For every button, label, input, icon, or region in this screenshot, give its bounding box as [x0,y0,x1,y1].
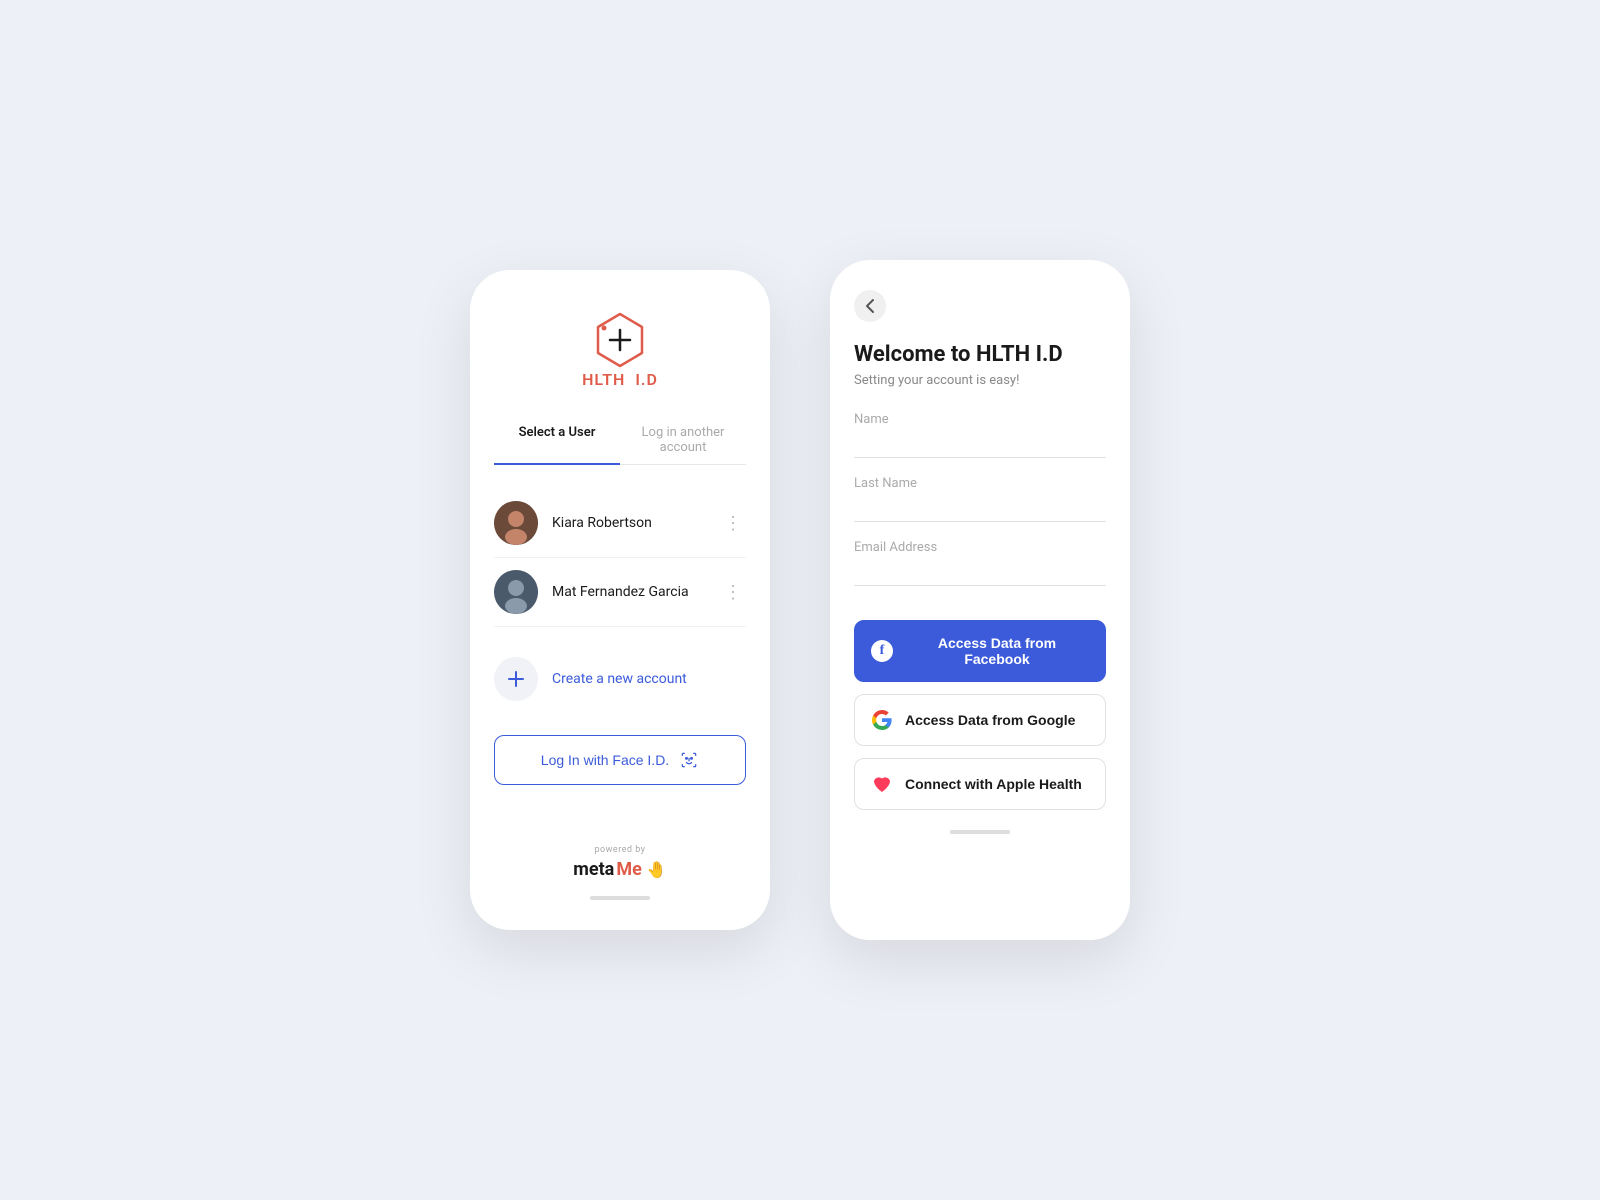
faceid-button[interactable]: Log In with Face I.D. [494,735,746,785]
welcome-subtitle: Setting your account is easy! [854,373,1106,388]
tab-bar: Select a User Log in another account [494,417,746,465]
google-icon [871,709,893,731]
metame-meta-text: meta [573,859,614,880]
logo-hlth: HLTH [582,370,625,389]
user-name-kiara: Kiara Robertson [552,515,720,531]
logo-container: HLTH I.D [582,310,658,389]
user-list: Kiara Robertson ⋮ Mat Fernandez Garcia ⋮ [494,489,746,627]
hex-logo-icon [590,310,650,370]
user-item-mat[interactable]: Mat Fernandez Garcia ⋮ [494,558,746,627]
name-label: Name [854,412,1106,427]
metame-me-text: Me [616,859,641,880]
user-menu-dots-kiara[interactable]: ⋮ [720,513,746,534]
email-field: Email Address [854,540,1106,586]
metame-branding: powered by metaMe 🤚 [573,845,666,880]
plus-icon [506,669,526,689]
facebook-icon: f [871,640,893,662]
faceid-icon [679,750,699,770]
back-chevron-icon [865,298,875,314]
social-buttons-container: f Access Data from Facebook Access Data … [854,620,1106,810]
back-button[interactable] [854,290,886,322]
facebook-label: Access Data from Facebook [905,635,1089,667]
welcome-title: Welcome to HLTH I.D [854,342,1106,367]
name-field: Name [854,412,1106,458]
right-scroll-indicator [950,830,1010,834]
name-input[interactable] [854,433,1106,458]
lastname-input[interactable] [854,497,1106,522]
powered-by-label: powered by [594,845,645,855]
create-account-label: Create a new account [552,671,687,687]
apple-health-label: Connect with Apple Health [905,776,1082,792]
plus-circle-icon [494,657,538,701]
faceid-label: Log In with Face I.D. [541,752,669,768]
facebook-button[interactable]: f Access Data from Facebook [854,620,1106,682]
email-input[interactable] [854,561,1106,586]
google-label: Access Data from Google [905,712,1075,728]
lastname-label: Last Name [854,476,1106,491]
create-account-row[interactable]: Create a new account [494,643,746,715]
avatar-kiara [494,501,538,545]
apple-health-button[interactable]: Connect with Apple Health [854,758,1106,810]
user-menu-dots-mat[interactable]: ⋮ [720,582,746,603]
user-item-kiara[interactable]: Kiara Robertson ⋮ [494,489,746,558]
metame-hand-icon: 🤚 [647,860,667,879]
metame-logo: metaMe 🤚 [573,859,666,880]
email-label: Email Address [854,540,1106,555]
apple-health-icon [871,773,893,795]
tab-login-another[interactable]: Log in another account [620,417,746,465]
right-phone: Welcome to HLTH I.D Setting your account… [830,260,1130,940]
tab-select-user[interactable]: Select a User [494,417,620,465]
app-title: HLTH I.D [582,370,658,389]
google-button[interactable]: Access Data from Google [854,694,1106,746]
left-phone: HLTH I.D Select a User Log in another ac… [470,270,770,930]
scroll-indicator [590,896,650,900]
lastname-field: Last Name [854,476,1106,522]
logo-id: I.D [635,370,658,389]
avatar-mat [494,570,538,614]
user-name-mat: Mat Fernandez Garcia [552,584,720,600]
